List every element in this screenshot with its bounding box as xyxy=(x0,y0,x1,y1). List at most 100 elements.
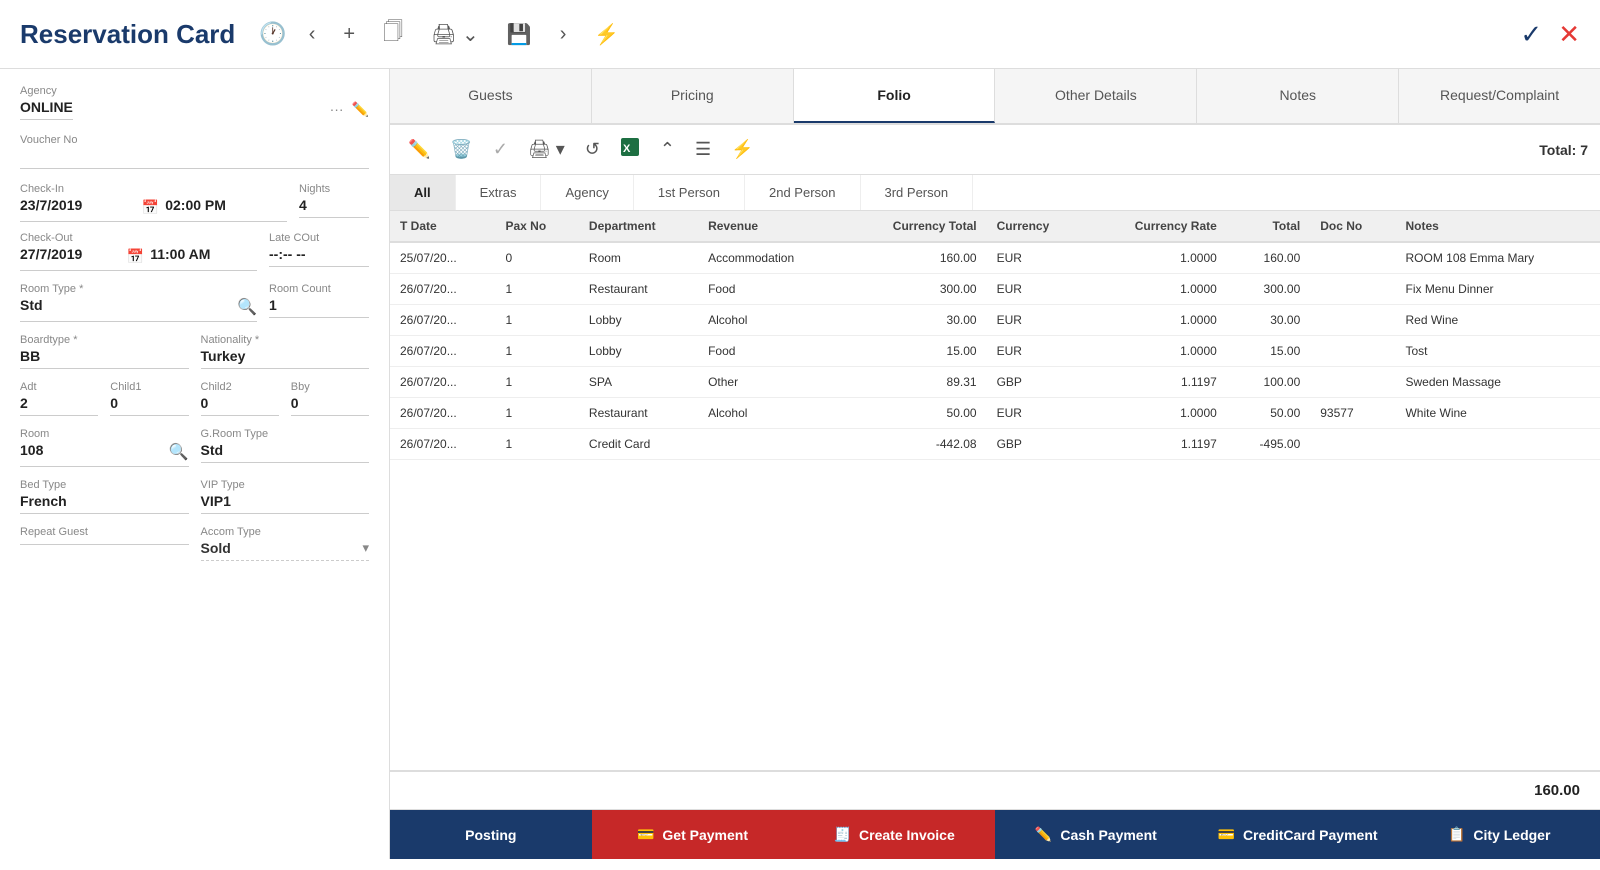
get-payment-button[interactable]: 💳 Get Payment xyxy=(592,810,794,859)
cell-dept: Restaurant xyxy=(579,274,698,305)
edit-button[interactable]: ✏️ xyxy=(402,135,436,164)
table-header-row: T Date Pax No Department Revenue Currenc… xyxy=(390,211,1600,242)
table-row[interactable]: 26/07/20... 1 Lobby Food 15.00 EUR 1.000… xyxy=(390,336,1600,367)
cell-docno xyxy=(1310,367,1395,398)
agency-dots-button[interactable]: ··· xyxy=(330,101,344,118)
history-icon[interactable]: 🕐 xyxy=(259,21,286,47)
cell-notes: ROOM 108 Emma Mary xyxy=(1395,242,1600,274)
print-button[interactable]: 🖨 ⌄ xyxy=(425,20,485,49)
cell-notes: Fix Menu Dinner xyxy=(1395,274,1600,305)
cell-date: 25/07/20... xyxy=(390,242,495,274)
tab-folio[interactable]: Folio xyxy=(794,69,996,123)
adt-label: Adt xyxy=(20,381,98,393)
copy-button[interactable]: 🗍 xyxy=(377,15,409,53)
invoice-icon: 🧾 xyxy=(834,826,851,843)
cell-currrate: 1.0000 xyxy=(1087,398,1227,429)
subtab-1st-person[interactable]: 1st Person xyxy=(634,175,745,210)
cell-dept: Credit Card xyxy=(579,429,698,460)
room-value: 108 xyxy=(20,442,169,462)
table-row[interactable]: 25/07/20... 0 Room Accommodation 160.00 … xyxy=(390,242,1600,274)
cell-date: 26/07/20... xyxy=(390,398,495,429)
prev-button[interactable]: ‹ xyxy=(303,21,322,48)
calendar-icon[interactable]: 📅 xyxy=(142,199,159,216)
city-ledger-button[interactable]: 📋 City Ledger xyxy=(1398,810,1600,859)
posting-button[interactable]: Posting xyxy=(390,810,592,859)
cash-payment-button[interactable]: ✏️ Cash Payment xyxy=(995,810,1197,859)
table-row[interactable]: 26/07/20... 1 Credit Card -442.08 GBP 1.… xyxy=(390,429,1600,460)
cell-docno: 93577 xyxy=(1310,398,1395,429)
col-paxno: Pax No xyxy=(495,211,578,242)
cell-revenue: Accommodation xyxy=(698,242,844,274)
confirm-button[interactable]: ✓ xyxy=(1520,19,1542,50)
tab-other-details[interactable]: Other Details xyxy=(995,69,1197,123)
boardtype-value: BB xyxy=(20,348,189,369)
checkout-time: 11:00 AM xyxy=(150,246,257,266)
bby-label: Bby xyxy=(291,381,369,393)
folio-toolbar: ✏️ 🗑️ ✓ 🖨 ▾ ↺ X ⌃ ☰ ⚡ Total: 7 xyxy=(390,125,1600,175)
check-button[interactable]: ✓ xyxy=(487,135,514,164)
cell-docno xyxy=(1310,336,1395,367)
checkin-label: Check-In xyxy=(20,183,287,195)
col-notes: Notes xyxy=(1395,211,1600,242)
cell-paxno: 1 xyxy=(495,274,578,305)
cell-date: 26/07/20... xyxy=(390,305,495,336)
bby-value: 0 xyxy=(291,395,369,416)
groomtype-label: G.Room Type xyxy=(201,428,370,440)
up-button[interactable]: ⌃ xyxy=(654,135,681,164)
table-row[interactable]: 26/07/20... 1 Restaurant Alcohol 50.00 E… xyxy=(390,398,1600,429)
tab-notes[interactable]: Notes xyxy=(1197,69,1399,123)
checkin-date: 23/7/2019 xyxy=(20,197,142,217)
table-row[interactable]: 26/07/20... 1 Restaurant Food 300.00 EUR… xyxy=(390,274,1600,305)
header: Reservation Card 🕐 ‹ + 🗍 🖨 ⌄ 💾 › ⚡ ✓ ✕ xyxy=(0,0,1600,69)
print-dropdown-button[interactable]: 🖨 ▾ xyxy=(522,135,571,164)
tab-request-complaint[interactable]: Request/Complaint xyxy=(1399,69,1600,123)
lightning-button[interactable]: ⚡ xyxy=(588,20,625,49)
create-invoice-button[interactable]: 🧾 Create Invoice xyxy=(793,810,995,859)
tab-pricing[interactable]: Pricing xyxy=(592,69,794,123)
nights-label: Nights xyxy=(299,183,369,195)
subtab-2nd-person[interactable]: 2nd Person xyxy=(745,175,861,210)
next-button[interactable]: › xyxy=(554,21,573,48)
excel-button[interactable]: X xyxy=(614,133,646,166)
accomtype-value: Sold xyxy=(201,540,363,556)
col-currtotal: Currency Total xyxy=(844,211,987,242)
latecout-value: --:-- -- xyxy=(269,246,369,267)
roomtype-search-button[interactable]: 🔍 xyxy=(237,297,257,317)
subtab-agency[interactable]: Agency xyxy=(541,175,633,210)
table-row[interactable]: 26/07/20... 1 Lobby Alcohol 30.00 EUR 1.… xyxy=(390,305,1600,336)
cell-currtotal: 30.00 xyxy=(844,305,987,336)
cell-currtotal: 50.00 xyxy=(844,398,987,429)
ledger-icon: 📋 xyxy=(1448,826,1465,843)
cell-currency: EUR xyxy=(987,398,1087,429)
add-button[interactable]: + xyxy=(337,21,361,48)
summary-amount: 160.00 xyxy=(1534,782,1580,799)
close-button[interactable]: ✕ xyxy=(1558,19,1580,50)
menu-button[interactable]: ☰ xyxy=(689,135,717,164)
tab-guests[interactable]: Guests xyxy=(390,69,592,123)
cell-currtotal: 160.00 xyxy=(844,242,987,274)
delete-button[interactable]: 🗑️ xyxy=(444,135,478,164)
lightning2-button[interactable]: ⚡ xyxy=(725,135,759,164)
voucher-input[interactable] xyxy=(20,148,369,169)
cell-currency: EUR xyxy=(987,336,1087,367)
sub-tab-bar: All Extras Agency 1st Person 2nd Person … xyxy=(390,175,1600,211)
right-panel: Guests Pricing Folio Other Details Notes… xyxy=(390,69,1600,859)
viptype-label: VIP Type xyxy=(201,479,370,491)
room-search-button[interactable]: 🔍 xyxy=(169,442,189,462)
credit-card-payment-button[interactable]: 💳 CreditCard Payment xyxy=(1197,810,1399,859)
bedtype-label: Bed Type xyxy=(20,479,189,491)
cell-total: 50.00 xyxy=(1227,398,1310,429)
table-row[interactable]: 26/07/20... 1 SPA Other 89.31 GBP 1.1197… xyxy=(390,367,1600,398)
subtab-all[interactable]: All xyxy=(390,175,456,210)
subtab-3rd-person[interactable]: 3rd Person xyxy=(861,175,974,210)
subtab-extras[interactable]: Extras xyxy=(456,175,542,210)
agency-edit-button[interactable]: ✏️ xyxy=(352,101,369,118)
accomtype-dropdown[interactable]: Sold ▾ xyxy=(201,540,370,561)
save-button[interactable]: 💾 xyxy=(501,20,538,49)
refresh-button[interactable]: ↺ xyxy=(579,135,606,164)
calendar2-icon[interactable]: 📅 xyxy=(127,248,144,265)
roomcount-label: Room Count xyxy=(269,283,369,295)
cell-revenue: Alcohol xyxy=(698,398,844,429)
child2-value: 0 xyxy=(201,395,279,416)
cell-notes: Red Wine xyxy=(1395,305,1600,336)
